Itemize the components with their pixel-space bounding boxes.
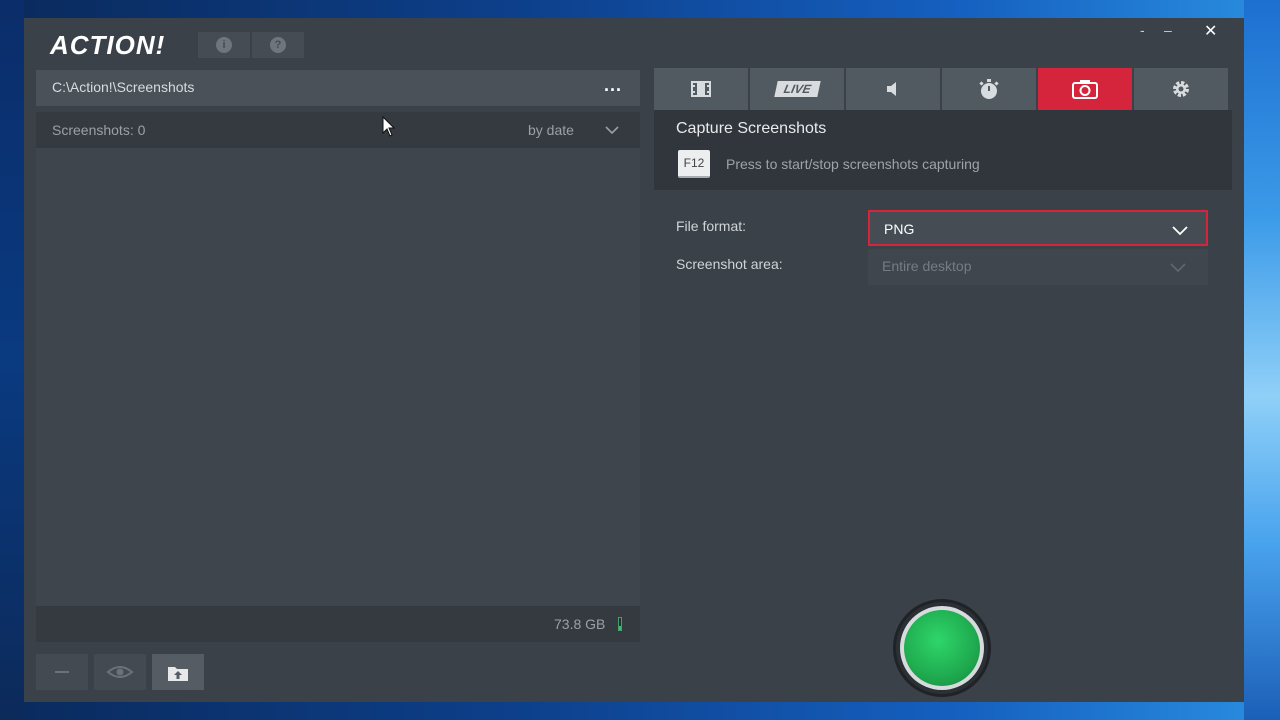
- close-button[interactable]: ✕: [1204, 21, 1217, 41]
- tab-live[interactable]: LIVE: [750, 68, 844, 110]
- record-button[interactable]: [896, 602, 988, 694]
- desktop-background-left: [0, 0, 24, 720]
- list-header: Screenshots: 0 by date: [36, 112, 640, 148]
- disk-free-space: 73.8 GB: [554, 616, 606, 632]
- record-button-core: [904, 610, 980, 686]
- camera-icon: [1072, 80, 1098, 99]
- file-format-label: File format:: [676, 218, 747, 234]
- screenshot-area-label: Screenshot area:: [676, 256, 783, 272]
- disk-usage-fill: [619, 625, 621, 630]
- help-button[interactable]: ?: [252, 32, 304, 58]
- save-path: C:\Action!\Screenshots: [52, 79, 195, 95]
- screenshot-settings: File format: PNG Screenshot area: Entire…: [654, 190, 1232, 642]
- list-footer: 73.8 GB: [36, 606, 640, 642]
- file-format-select[interactable]: PNG: [868, 210, 1208, 246]
- chevron-down-icon: [1170, 263, 1186, 273]
- capture-screenshots-section: Capture Screenshots F12 Press to start/s…: [654, 110, 1232, 190]
- tab-video[interactable]: [654, 68, 748, 110]
- browse-path-button[interactable]: ...: [604, 75, 622, 96]
- film-icon: [691, 81, 711, 97]
- gear-icon: [1173, 81, 1189, 97]
- delete-button[interactable]: [36, 654, 88, 690]
- sort-dropdown[interactable]: by date: [528, 122, 574, 138]
- screenshots-count: Screenshots: 0: [52, 122, 146, 138]
- help-icon: ?: [270, 37, 286, 53]
- section-title: Capture Screenshots: [676, 120, 827, 137]
- hotkey-f12[interactable]: F12: [678, 150, 710, 178]
- action-window: ACTION! i ? - – ✕ C:\Action!\Screenshots…: [24, 18, 1244, 702]
- chevron-down-icon[interactable]: [602, 120, 622, 140]
- record-button-ring: [900, 606, 984, 690]
- stopwatch-icon: [979, 79, 999, 99]
- minimize-alt-button[interactable]: -: [1140, 22, 1145, 38]
- title-bar[interactable]: ACTION! i ? - – ✕: [24, 18, 1244, 68]
- hotkey-hint: Press to start/stop screenshots capturin…: [726, 156, 980, 172]
- path-bar[interactable]: C:\Action!\Screenshots ...: [36, 70, 640, 106]
- minus-icon: [55, 671, 69, 673]
- screenshot-area-select[interactable]: Entire desktop: [868, 249, 1208, 285]
- desktop-background-right: [1244, 0, 1280, 720]
- file-format-value: PNG: [884, 221, 915, 237]
- info-icon: i: [216, 37, 232, 53]
- bottom-toolbar: [24, 650, 1244, 702]
- tab-screenshots[interactable]: [1038, 68, 1132, 110]
- preview-button[interactable]: [94, 654, 146, 690]
- tab-settings[interactable]: [1134, 68, 1228, 110]
- upload-folder-icon: [168, 667, 188, 681]
- chevron-down-icon: [1172, 226, 1188, 236]
- live-badge: LIVE: [773, 81, 821, 97]
- upload-button[interactable]: [152, 654, 204, 690]
- tab-audio[interactable]: [846, 68, 940, 110]
- screenshot-area-value: Entire desktop: [882, 258, 972, 274]
- screenshots-list-panel: Screenshots: 0 by date 73.8 GB: [36, 112, 640, 642]
- app-logo: ACTION!: [50, 30, 166, 60]
- tab-timer[interactable]: [942, 68, 1036, 110]
- eye-icon: [106, 666, 134, 678]
- info-button[interactable]: i: [198, 32, 250, 58]
- mouse-cursor-icon: [382, 116, 396, 137]
- screenshots-list[interactable]: [36, 148, 640, 606]
- mode-tabs: LIVE: [654, 68, 1232, 110]
- minimize-button[interactable]: –: [1164, 22, 1172, 38]
- disk-usage-bar: [618, 617, 622, 631]
- speaker-icon: [887, 82, 896, 96]
